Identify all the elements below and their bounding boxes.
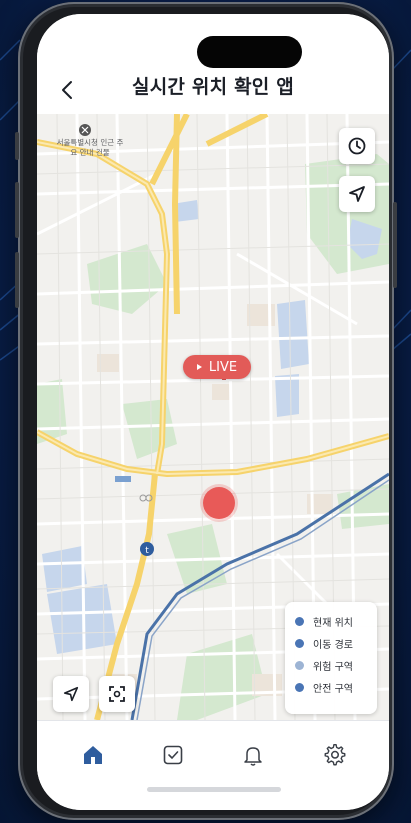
dynamic-island <box>197 36 302 68</box>
locate-me-button[interactable] <box>53 676 89 712</box>
location-arrow-icon <box>63 686 79 702</box>
legend-item: 위험 구역 <box>285 654 377 676</box>
page-title: 실시간 위치 확인 앱 <box>132 76 294 98</box>
svg-text:t: t <box>145 546 149 556</box>
legend-label: 안전 구역 <box>313 683 353 695</box>
bell-icon <box>244 747 262 766</box>
tab-settings[interactable] <box>319 739 351 771</box>
building-block <box>212 384 232 400</box>
map-view[interactable]: t 서울특별시청 인근 주요 안내 건물 LIVE 현재 위치 이동 경로 위험… <box>37 114 389 720</box>
tab-notifications[interactable] <box>237 739 269 771</box>
water-area <box>275 374 299 417</box>
home-indicator <box>147 787 281 792</box>
phone-button <box>15 182 19 238</box>
legend-item: 이동 경로 <box>285 632 377 654</box>
navigation-arrow-icon <box>349 186 365 202</box>
major-road <box>172 114 180 315</box>
history-button[interactable] <box>339 128 375 164</box>
map-legend: 현재 위치 이동 경로 위험 구역 안전 구역 <box>285 602 377 714</box>
legend-dot <box>295 660 304 670</box>
legend-item: 현재 위치 <box>285 610 377 632</box>
legend-dot <box>295 638 304 648</box>
app-screen: 실시간 위치 확인 앱 t 서울특별시청 인근 주요 안내 건물 LIVE 현재… <box>37 14 389 810</box>
current-location-marker[interactable] <box>203 487 235 519</box>
gear-icon <box>324 744 346 766</box>
water-area <box>42 546 87 592</box>
checkbox-icon <box>163 745 183 765</box>
scan-button[interactable] <box>99 676 135 712</box>
major-road <box>205 114 269 147</box>
phone-button <box>393 202 397 288</box>
legend-dot <box>295 616 304 626</box>
live-label: LIVE <box>208 359 238 375</box>
park-area <box>122 399 177 459</box>
station-marker <box>115 476 131 482</box>
water-area <box>277 300 309 369</box>
navigate-button[interactable] <box>339 176 375 212</box>
legend-item: 안전 구역 <box>285 676 377 698</box>
phone-button <box>15 252 19 308</box>
scan-frame-icon <box>109 686 125 702</box>
tab-home[interactable] <box>77 739 109 771</box>
home-icon <box>84 746 102 764</box>
live-badge: LIVE <box>183 355 251 379</box>
bottom-tab-bar <box>37 720 389 810</box>
tab-checklist[interactable] <box>157 739 189 771</box>
legend-label: 현재 위치 <box>313 617 353 629</box>
phone-button <box>15 132 19 160</box>
play-icon <box>196 364 202 370</box>
clock-icon <box>348 137 366 155</box>
legend-label: 위험 구역 <box>313 661 353 673</box>
legend-dot <box>295 682 304 692</box>
poi-label: 서울특별시청 인근 주요 안내 건물 <box>56 138 124 157</box>
legend-label: 이동 경로 <box>313 639 353 651</box>
